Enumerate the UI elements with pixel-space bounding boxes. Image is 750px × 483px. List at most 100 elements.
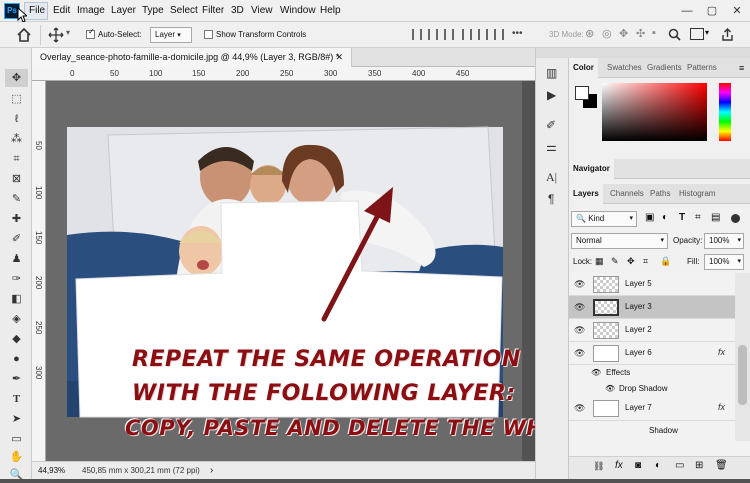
magic-wand-tool-icon[interactable]: ⁂ (9, 132, 24, 147)
menu-image[interactable]: Image (77, 5, 105, 16)
history-icon[interactable]: ▥ (546, 66, 557, 80)
menu-type[interactable]: Type (142, 5, 164, 16)
menu-select[interactable]: Select (170, 5, 198, 16)
add-mask-icon[interactable]: ◙ (635, 460, 641, 471)
fill-input[interactable]: 100% ▾ (704, 254, 744, 270)
layer-row-layer-7[interactable]: 👁 Layer 7 fx (569, 397, 735, 421)
minimize-button[interactable]: — (674, 3, 700, 19)
lock-transparent-icon[interactable]: ▦ (595, 256, 604, 267)
tab-gradients[interactable]: Gradients (643, 58, 686, 78)
align-top-icon[interactable] (462, 29, 472, 40)
path-selection-tool-icon[interactable]: ➤ (9, 412, 24, 427)
visibility-eye-icon[interactable]: 👁 (574, 302, 585, 313)
tab-swatches[interactable]: Swatches (603, 58, 646, 78)
visibility-eye-icon[interactable]: 👁 (574, 403, 585, 414)
drop-shadow-row[interactable]: 👁 Drop Shadow (569, 381, 735, 397)
layer-effects-badge[interactable]: fx (718, 347, 725, 357)
panel-menu-icon[interactable]: ≡ (739, 63, 744, 73)
layers-scrollbar[interactable] (735, 273, 750, 441)
actions-play-icon[interactable]: ▶ (547, 88, 556, 102)
type-tool-icon[interactable]: T (9, 392, 24, 407)
layer-row-layer-3[interactable]: 👁 Layer 3 (569, 296, 735, 319)
filter-pixel-icon[interactable]: ▣ (645, 212, 654, 223)
visibility-eye-icon[interactable]: 👁 (574, 348, 585, 359)
new-adjustment-icon[interactable]: ◐ (655, 460, 661, 471)
auto-select-dropdown[interactable]: Layer ▾ (150, 27, 192, 43)
healing-brush-tool-icon[interactable]: ✚ (9, 212, 24, 227)
tab-navigator[interactable]: Navigator (569, 159, 614, 179)
close-tab-icon[interactable]: ✕ (335, 48, 343, 67)
zoom-tool-icon[interactable]: 🔍 (9, 468, 24, 483)
layer-row-layer-5[interactable]: 👁 Layer 5 (569, 273, 735, 296)
layer-7-effect-row[interactable]: Shadow (569, 421, 735, 441)
character-icon[interactable]: A| (546, 170, 557, 185)
menu-layer[interactable]: Layer (111, 5, 136, 16)
pen-tool-icon[interactable]: ✒ (9, 372, 24, 387)
crop-tool-icon[interactable]: ⌗ (9, 152, 24, 167)
visibility-eye-icon[interactable]: 👁 (605, 381, 615, 397)
paragraph-icon[interactable]: ¶ (548, 192, 554, 206)
layer-filter-kind[interactable]: 🔍 Kind ▾ (571, 211, 637, 227)
zoom-level[interactable]: 44,93% (38, 462, 65, 479)
marquee-tool-icon[interactable]: ⬚ (9, 92, 24, 107)
3d-roll-icon[interactable]: ◎ (602, 27, 612, 40)
document-tab[interactable]: Overlay_seance-photo-famille-a-domicile.… (32, 48, 352, 67)
new-group-icon[interactable]: ▭ (675, 460, 684, 471)
3d-pan-icon[interactable]: ✥ (619, 27, 628, 40)
lock-image-icon[interactable]: ✎ (611, 256, 619, 267)
effects-row[interactable]: 👁 Effects (569, 365, 735, 381)
search-icon[interactable] (668, 28, 681, 41)
status-arrow-icon[interactable]: › (210, 462, 213, 479)
move-tool-icon[interactable]: ✥ (9, 71, 24, 86)
tab-paths[interactable]: Paths (646, 184, 674, 204)
opacity-input[interactable]: 100% ▾ (704, 233, 744, 249)
tab-channels[interactable]: Channels (606, 184, 648, 204)
workspace-icon[interactable] (690, 28, 704, 40)
brush-tool-icon[interactable]: ✐ (9, 232, 24, 247)
align-middle-icon[interactable] (478, 29, 488, 40)
frame-tool-icon[interactable]: ⊠ (9, 172, 24, 187)
chevron-down-icon[interactable]: ▾ (705, 28, 709, 37)
move-tool-icon[interactable] (48, 27, 64, 43)
paint-bucket-tool-icon[interactable]: ◈ (9, 312, 24, 327)
link-layers-icon[interactable]: ⛓ (593, 461, 604, 472)
chevron-down-icon[interactable]: ▾ (66, 28, 70, 37)
transform-controls-checkbox[interactable] (204, 30, 213, 39)
tab-color[interactable]: Color (569, 58, 598, 78)
align-right-icon[interactable] (444, 29, 454, 40)
visibility-eye-icon[interactable]: 👁 (574, 325, 585, 336)
menu-view[interactable]: View (251, 5, 273, 16)
blend-mode-dropdown[interactable]: Normal ▾ (571, 233, 668, 249)
tab-patterns[interactable]: Patterns (683, 58, 721, 78)
menu-filter[interactable]: Filter (202, 5, 224, 16)
align-center-icon[interactable] (428, 29, 438, 40)
new-layer-icon[interactable]: ⊞ (695, 460, 703, 471)
lasso-tool-icon[interactable]: ℓ (9, 112, 24, 127)
align-bottom-icon[interactable] (494, 29, 504, 40)
menu-edit[interactable]: Edit (53, 5, 70, 16)
add-style-icon[interactable]: fx (615, 460, 623, 471)
layer-row-layer-6[interactable]: 👁 Layer 6 fx (569, 342, 735, 365)
home-icon[interactable] (16, 27, 32, 42)
adjustments-icon[interactable]: ⚌ (546, 140, 557, 154)
lock-position-icon[interactable]: ✥ (627, 256, 635, 267)
share-icon[interactable] (720, 27, 735, 42)
visibility-eye-icon[interactable]: 👁 (574, 279, 585, 290)
stamp-tool-icon[interactable]: ♟ (9, 252, 24, 267)
hue-slider[interactable] (719, 83, 731, 141)
filter-shape-icon[interactable]: ⌗ (695, 212, 701, 223)
close-button[interactable]: ✕ (724, 3, 750, 19)
lock-artboard-icon[interactable]: ⌗ (643, 256, 648, 267)
dodge-tool-icon[interactable]: ● (9, 352, 24, 367)
delete-layer-icon[interactable]: 🗑 (715, 460, 728, 471)
layer-effects-badge[interactable]: fx (718, 402, 725, 412)
eyedropper-tool-icon[interactable]: ✎ (9, 192, 24, 207)
filter-toggle[interactable] (731, 214, 740, 223)
tab-layers[interactable]: Layers (569, 184, 603, 204)
foreground-color-swatch[interactable] (575, 86, 589, 100)
filter-type-icon[interactable]: T (679, 212, 685, 223)
3d-slide-icon[interactable]: ✣ (636, 27, 645, 40)
layer-row-layer-2[interactable]: 👁 Layer 2 (569, 319, 735, 342)
rectangle-tool-icon[interactable]: ▭ (9, 432, 24, 447)
filter-adjustment-icon[interactable]: ◐ (662, 212, 668, 223)
